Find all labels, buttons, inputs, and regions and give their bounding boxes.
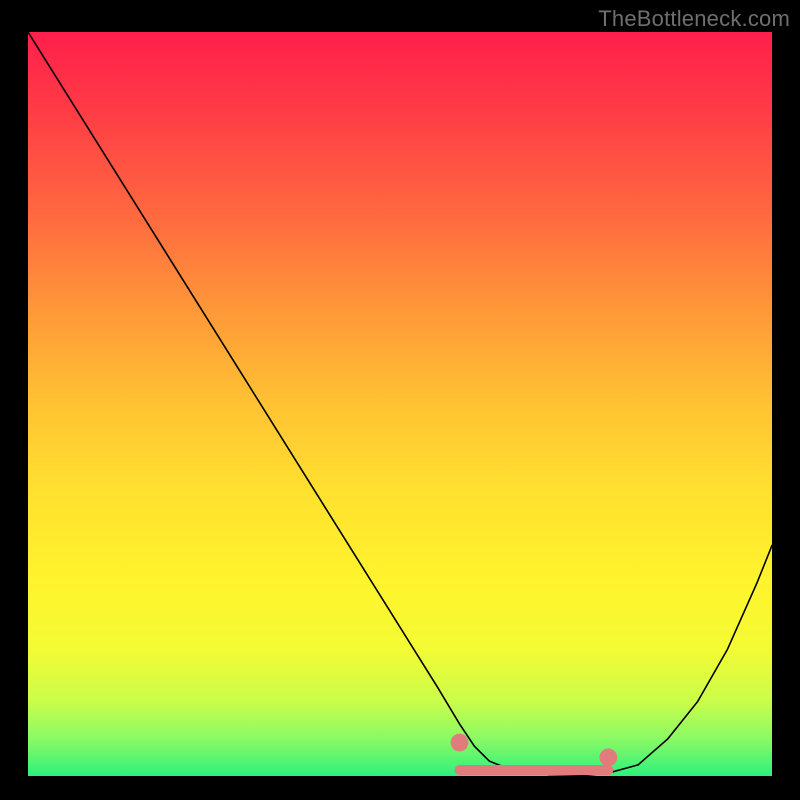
bottleneck-curve-path [28,32,772,775]
chart-wrapper: TheBottleneck.com [0,0,800,800]
plot-area [28,32,772,776]
highlight-endpoint-right [599,748,617,766]
chart-svg [28,32,772,776]
highlight-endpoint-left [451,734,469,752]
watermark-text: TheBottleneck.com [598,6,790,32]
